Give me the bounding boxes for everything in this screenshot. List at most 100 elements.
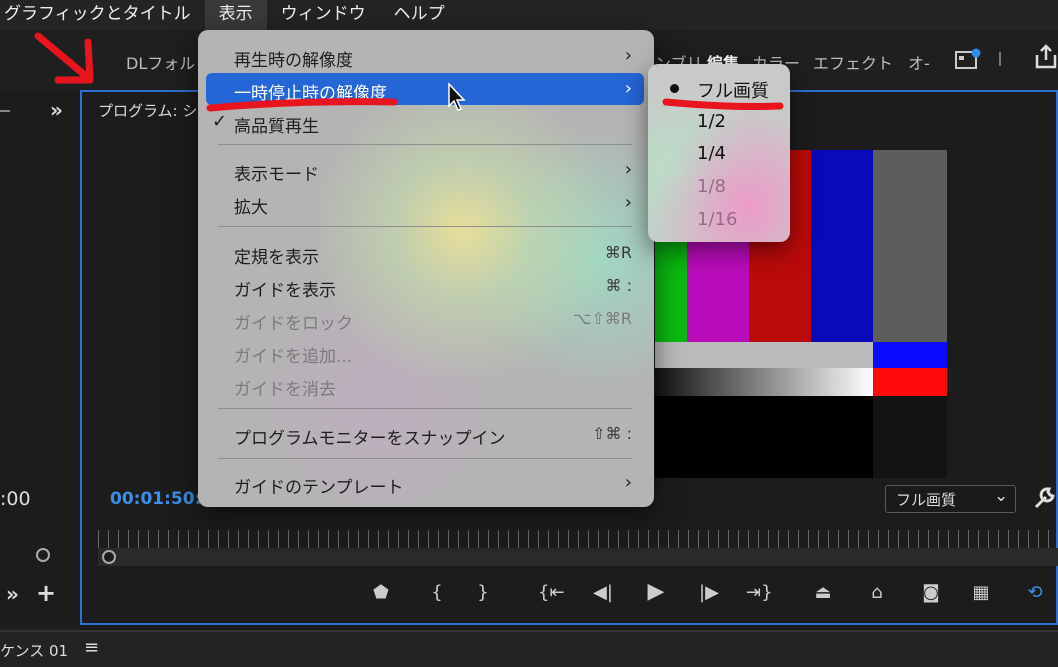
view-menu-dropdown: 再生時の解像度 › 一時停止時の解像度 › ✓ 高品質再生 表示モード › 拡大… [198,30,654,507]
source-timecode: :00 [0,488,31,510]
step-forward-icon[interactable]: |▶ [696,582,722,603]
more-controls-icon[interactable]: » [6,582,19,606]
bar-near-black [873,396,947,478]
submenu-item-full[interactable]: フル画質 [648,73,790,103]
menubar: グラフィックとタイトル 表示 ウィンドウ ヘルプ [0,0,1058,30]
resolution-select-value: フル画質 [896,491,957,509]
bar-black [655,396,873,478]
panel-dash [0,110,10,112]
step-back-icon[interactable]: ◀| [590,582,616,603]
chevron-right-icon: › [624,78,632,99]
submenu-item-label: 1/16 [697,209,738,230]
menu-item-playback-resolution[interactable]: 再生時の解像度 › [206,40,644,72]
menu-item-shortcut: ⌥⇧⌘R [573,309,632,328]
menu-item-show-rulers[interactable]: 定規を表示 ⌘R [206,237,644,269]
menu-item-label: ガイドを追加... [234,347,353,367]
left-panel: » :00 » + [0,90,78,625]
menu-item-label: 再生時の解像度 [234,51,353,71]
bar-gradient [655,368,873,396]
menu-item-display-mode[interactable]: 表示モード › [206,154,644,186]
bar-light-gray [655,342,873,368]
chevron-right-icon: › [624,192,632,213]
menu-item-shortcut: ⌘ : [605,276,632,295]
menu-item-label: プログラムモニターをスナップイン [234,429,506,449]
bar-blue [811,150,873,342]
menu-item-guide-templates[interactable]: ガイドのテンプレート › [206,467,644,499]
menu-item-clear-guides: ガイドを消去 [206,369,644,401]
menu-item-label: 定規を表示 [234,248,319,268]
panel-expand-icon[interactable]: » [50,98,63,122]
share-icon[interactable] [1034,44,1058,70]
submenu-item-label: 1/4 [697,143,726,164]
extract-icon[interactable]: ⌂ [864,582,890,603]
submenu-item-half[interactable]: 1/2 [648,107,790,137]
submenu-item-label: 1/2 [697,111,726,132]
menu-graphics-titles[interactable]: グラフィックとタイトル [0,0,205,30]
playhead[interactable] [102,550,116,564]
menu-item-show-guides[interactable]: ガイドを表示 ⌘ : [206,270,644,302]
menu-item-label: 表示モード [234,165,319,185]
play-icon[interactable]: ▶ [643,579,669,604]
menu-item-label: 拡大 [234,198,268,218]
submenu-item-label: フル画質 [697,81,769,102]
mark-out-icon[interactable]: } [470,582,496,603]
selected-dot-icon [670,84,679,93]
chevron-right-icon: › [624,159,632,180]
submenu-item-label: 1/8 [697,176,726,197]
chevron-right-icon: › [624,45,632,66]
menu-help[interactable]: ヘルプ [380,0,459,30]
menu-item-shortcut: ⌘R [604,243,632,262]
timeline-header: ケンス 01 ≡ [0,630,1058,667]
bar-gray [873,150,947,342]
menu-item-label: ガイドをロック [234,314,353,334]
checkmark-icon: ✓ [212,111,228,132]
menu-item-label: 一時停止時の解像度 [234,84,387,104]
bar-pure-blue [873,342,947,368]
menu-item-high-quality-playback[interactable]: ✓ 高品質再生 [206,106,644,138]
add-button-icon[interactable]: + [36,579,56,607]
submenu-item-eighth: 1/8 [648,172,790,202]
menu-item-paused-resolution[interactable]: 一時停止時の解像度 › [206,73,644,105]
go-to-in-icon[interactable]: {⇤ [538,582,565,603]
program-timecode[interactable]: 00:01:50: [110,489,201,509]
menu-separator [218,408,632,409]
menu-item-label: 高品質再生 [234,117,319,137]
panel-menu-icon[interactable]: ≡ [84,637,99,658]
workspace-audio[interactable]: オ- [908,50,930,74]
compare-view-icon[interactable]: ▦ [968,582,994,603]
workspace-effects[interactable]: エフェクト [813,50,893,74]
menu-item-shortcut: ⇧⌘ : [592,424,632,443]
workspace-dl-folder[interactable]: DLフォル [126,50,195,74]
timeline-ruler[interactable] [98,530,1058,550]
menu-item-label: ガイドのテンプレート [234,478,404,498]
menu-view[interactable]: 表示 [204,0,267,30]
camera-icon[interactable]: ◙ [918,582,944,603]
submenu-item-quarter[interactable]: 1/4 [648,139,790,169]
chevron-down-icon: ⌄ [994,486,1009,506]
menu-separator [218,226,632,227]
quick-export-icon[interactable] [955,48,981,70]
resolution-submenu: フル画質 1/2 1/4 1/8 1/16 [648,64,790,242]
menu-separator [218,144,632,145]
loop-icon[interactable]: ⟲ [1022,582,1048,603]
add-marker-icon[interactable]: ⬟ [368,582,394,603]
menu-window[interactable]: ウィンドウ [267,0,380,30]
lift-icon[interactable]: ⏏ [810,582,836,603]
menu-item-label: ガイドを表示 [234,281,336,301]
menu-item-label: ガイドを消去 [234,380,336,400]
program-panel-title[interactable]: プログラム: シ [98,100,197,121]
submenu-item-sixteenth: 1/16 [648,205,790,235]
resolution-select[interactable]: フル画質 ⌄ [885,485,1016,513]
menu-item-snap-in-program-monitor[interactable]: プログラムモニターをスナップイン ⇧⌘ : [206,418,644,450]
timeline-scrub-bar[interactable] [98,548,1058,566]
sequence-tab-label[interactable]: ケンス 01 [0,640,68,661]
toolbar-divider [999,52,1001,66]
chevron-right-icon: › [624,472,632,493]
menu-item-zoom[interactable]: 拡大 › [206,187,644,219]
mark-in-icon[interactable]: { [424,582,450,603]
source-playhead[interactable] [36,548,50,562]
wrench-icon[interactable] [1033,486,1057,510]
menu-item-lock-guides: ガイドをロック ⌥⇧⌘R [206,303,644,335]
menu-separator [218,458,632,459]
go-to-out-icon[interactable]: ⇥} [746,582,773,603]
